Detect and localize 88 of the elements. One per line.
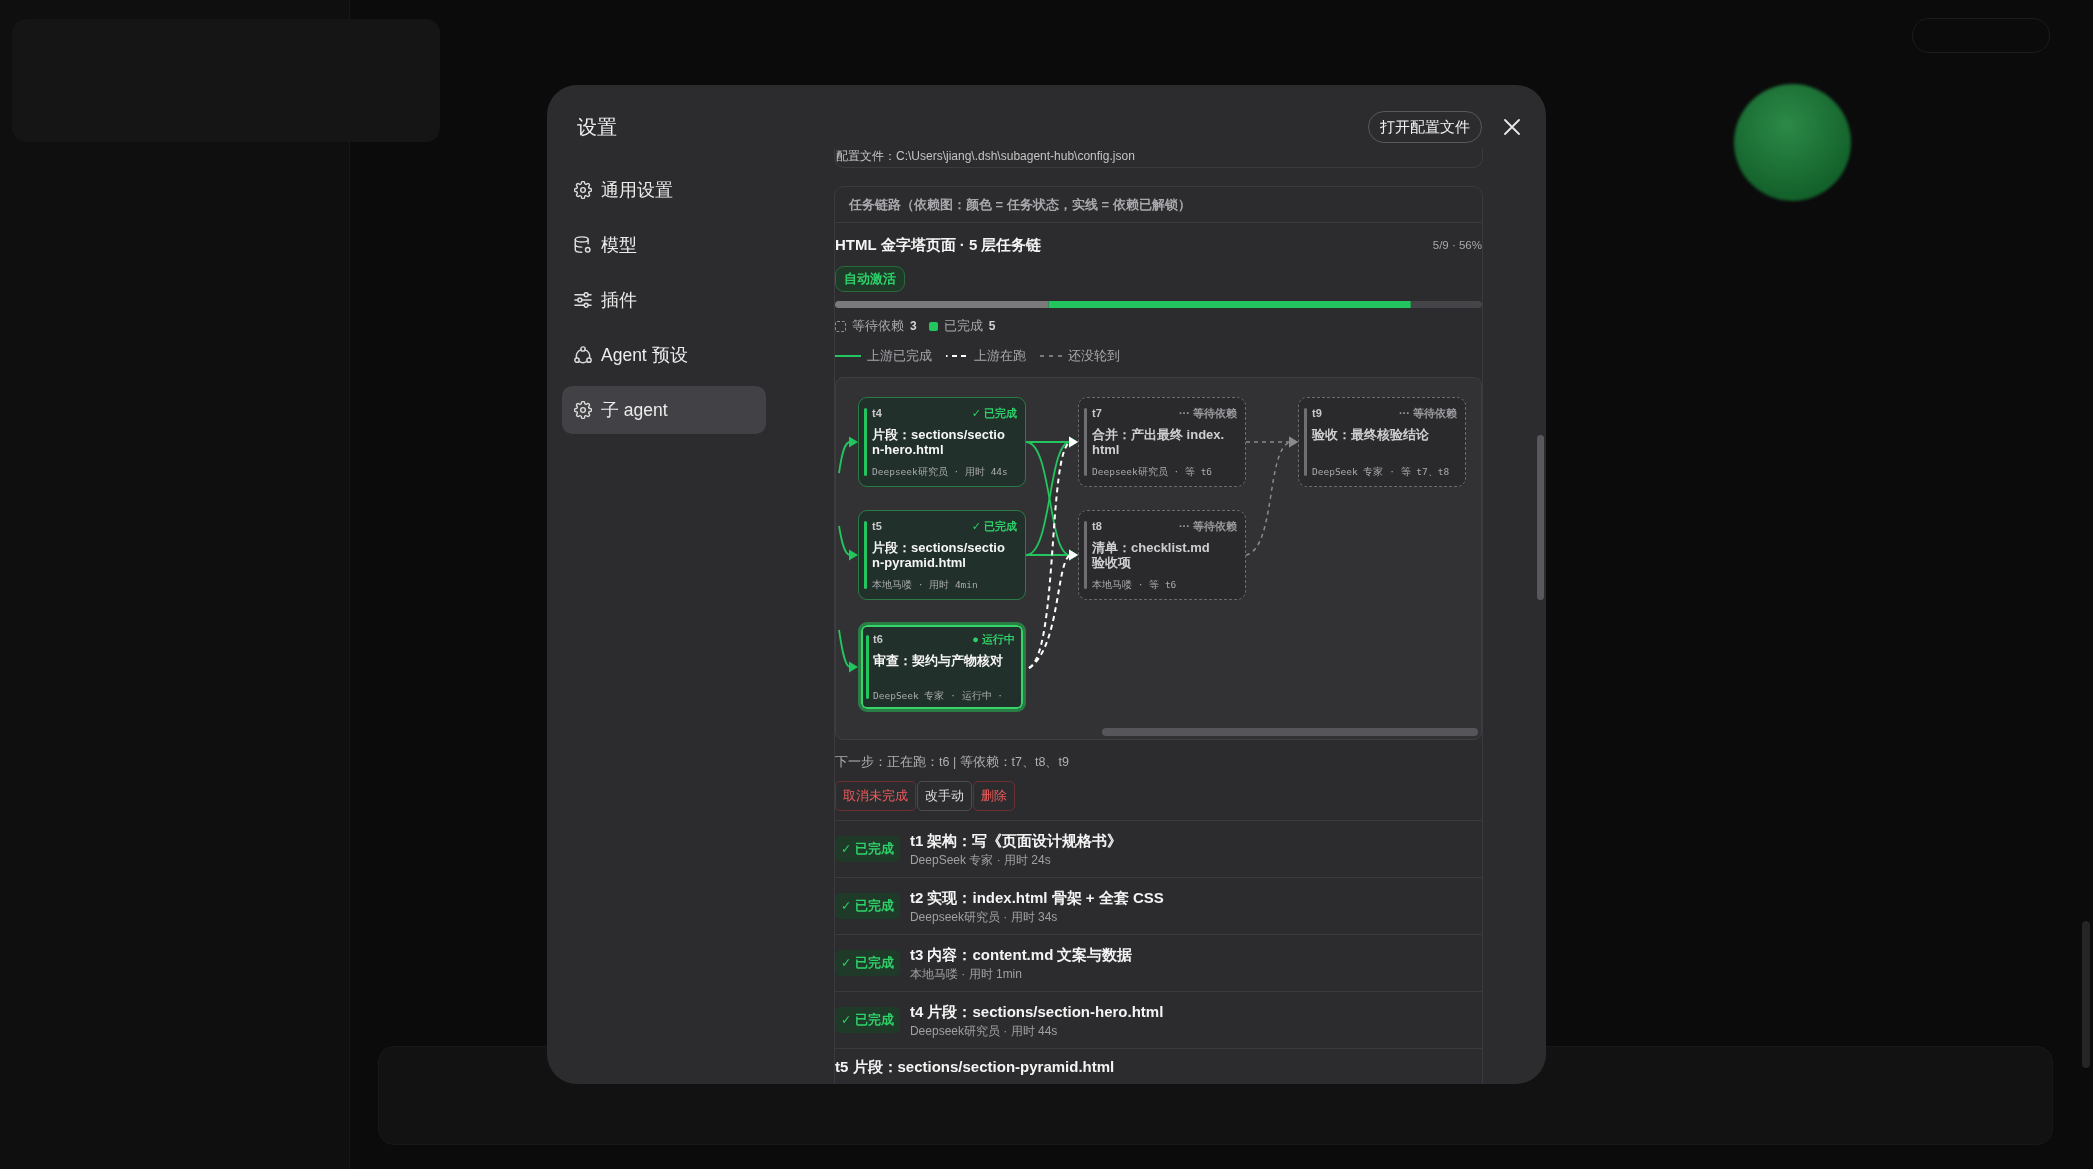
sidebar-item[interactable]: Agent 预设 [562,331,766,379]
accent-bar-icon [864,521,867,589]
task-id: t6 [873,633,883,645]
dashed-line-icon [1040,355,1062,357]
task-node[interactable]: t5 ✓ 已完成 片段：sections/section-pyramid.html 本地马喽 · 用时 4min [858,510,1026,600]
status-badge: ✓ 已完成 [835,950,900,976]
task-status: ··· 等待依赖 [1178,518,1237,534]
task-id: t7 [1092,407,1102,419]
solid-line-icon [835,355,861,357]
task-title: t1 架构：写《页面设计规格书》 [909,830,1123,850]
task-status: ··· 等待依赖 [1398,405,1457,421]
legend-label: 已完成 [943,317,983,335]
progress-text: 5/9 · 56% [1432,239,1482,251]
task-id: t9 [1312,407,1322,419]
task-meta: Deepseek研究员 · 用时 44s [909,1023,1059,1039]
action-button[interactable]: 删除 [973,781,1015,811]
task-title: 验收：最终核验结论 [1312,427,1430,442]
auto-activate-badge: 自动激活 [835,266,905,292]
database-icon [574,236,592,254]
dash-dot-line-icon [946,355,968,357]
config-file-path: 配置文件：C:\Users\jiang\.dsh\subagent-hub\config.json [836,148,1136,164]
task-status: ✓ 已完成 [971,405,1017,421]
task-node[interactable]: t4 ✓ 已完成 片段：sections/section-hero.html Deepseek研究员 · 用时 44s [858,397,1026,487]
accent-bar-icon [1084,408,1087,476]
task-node[interactable]: t9 ··· 等待依赖 验收：最终核验结论 DeepSeek 专家 · 等 t7、t8 [1298,397,1466,487]
task-meta: Deepseek研究员 · 等 t6 [1092,466,1214,479]
task-status: ··· 等待依赖 [1178,405,1237,421]
dependency-arrow [838,629,858,673]
legend-label: 等待依赖 [852,317,904,335]
status-badge: ✓ 已完成 [835,1007,900,1033]
task-title: t2 实现：index.html 骨架 + 全套 CSS [909,887,1164,907]
sidebar-item[interactable]: 插件 [562,276,766,324]
task-title: 清单：checklist.md 验收项 [1092,540,1211,570]
accent-bar-icon [866,635,869,699]
task-title: t3 内容：content.md 文案与数据 [909,944,1133,964]
action-button[interactable]: 取消未完成 [835,781,916,811]
task-meta: DeepSeek 专家 · 用时 24s [909,852,1052,868]
task-title: 片段：sections/section-pyramid.html [872,540,1006,570]
task-id: t4 [872,407,882,419]
sidebar-item[interactable]: 通用设置 [562,166,766,214]
legend-label: 上游在跑 [974,347,1026,365]
task-meta: DeepSeek 专家 · 运行中 · [873,690,1005,703]
task-title: 片段：sections/section-hero.html [872,427,1006,457]
status-badge: ✓ 已完成 [835,893,900,919]
legend-label: 还没轮到 [1068,347,1120,365]
dependency-arrow [838,436,858,474]
accent-bar-icon [864,408,867,476]
task-meta: 本地马喽 · 用时 4min [872,579,979,592]
sidebar-item[interactable]: 模型 [562,221,766,269]
task-title: 审查：契约与产物核对 [873,653,1004,668]
legend-count: 3 [910,319,917,333]
task-meta: DeepSeek 专家 · 等 t7、t8 [1312,466,1451,479]
task-chain-header: 任务链路（依赖图：颜色 = 任务状态，实线 = 依赖已解锁） [835,187,1482,223]
chain-title: HTML 金字塔页面 · 5 层任务链 [835,235,1042,255]
gear-icon [574,181,592,199]
status-badge: ✓ 已完成 [835,836,900,862]
task-meta: Deepseek研究员 · 用时 34s [909,909,1059,925]
dependency-arrow [838,525,858,561]
task-node[interactable]: t8 ··· 等待依赖 清单：checklist.md 验收项 本地马喽 · 等 t6 [1078,510,1246,600]
square-icon [928,321,938,331]
gear-icon [574,401,592,419]
task-node[interactable]: t7 ··· 等待依赖 合并：产出最终 index.html Deepseek研究员 · 等 t6 [1078,397,1246,487]
task-title: 合并：产出最终 index.html [1092,427,1226,457]
task-status: ✓ 已完成 [971,518,1017,534]
task-node[interactable]: t6 ● 运行中 审查：契约与产物核对 DeepSeek 专家 · 运行中 · [858,622,1026,712]
next-step-text: 下一步：正在跑：t6 | 等依赖：t7、t8、t9 [835,754,1070,770]
accent-bar-icon [1304,408,1307,476]
connected-nodes-icon [574,346,592,364]
dialog-title: 设置 [577,114,618,140]
legend-label: 上游已完成 [867,347,932,365]
action-button[interactable]: 改手动 [917,781,972,811]
task-title: t4 片段：sections/section-hero.html [909,1001,1164,1021]
scrollbar-thumb[interactable] [1537,435,1544,600]
dashed-square-icon [835,320,846,332]
task-id: t8 [1092,520,1102,532]
task-meta: Deepseek研究员 · 用时 44s [872,466,1009,479]
scrollbar-thumb[interactable] [2082,921,2090,1068]
sliders-icon [574,292,592,308]
legend-count: 5 [988,319,996,333]
task-id: t5 [872,520,882,532]
task-title: t5 片段：sections/section-pyramid.html [835,1057,1115,1076]
scrollbar-thumb[interactable] [1102,728,1478,736]
accent-bar-icon [1084,521,1087,589]
task-meta: 本地马喽 · 用时 1min [909,966,1023,982]
task-meta: 本地马喽 · 等 t6 [1092,579,1178,592]
close-icon [1504,119,1520,135]
sidebar-item[interactable]: 子 agent [562,386,766,434]
task-status: ● 运行中 [972,631,1015,647]
